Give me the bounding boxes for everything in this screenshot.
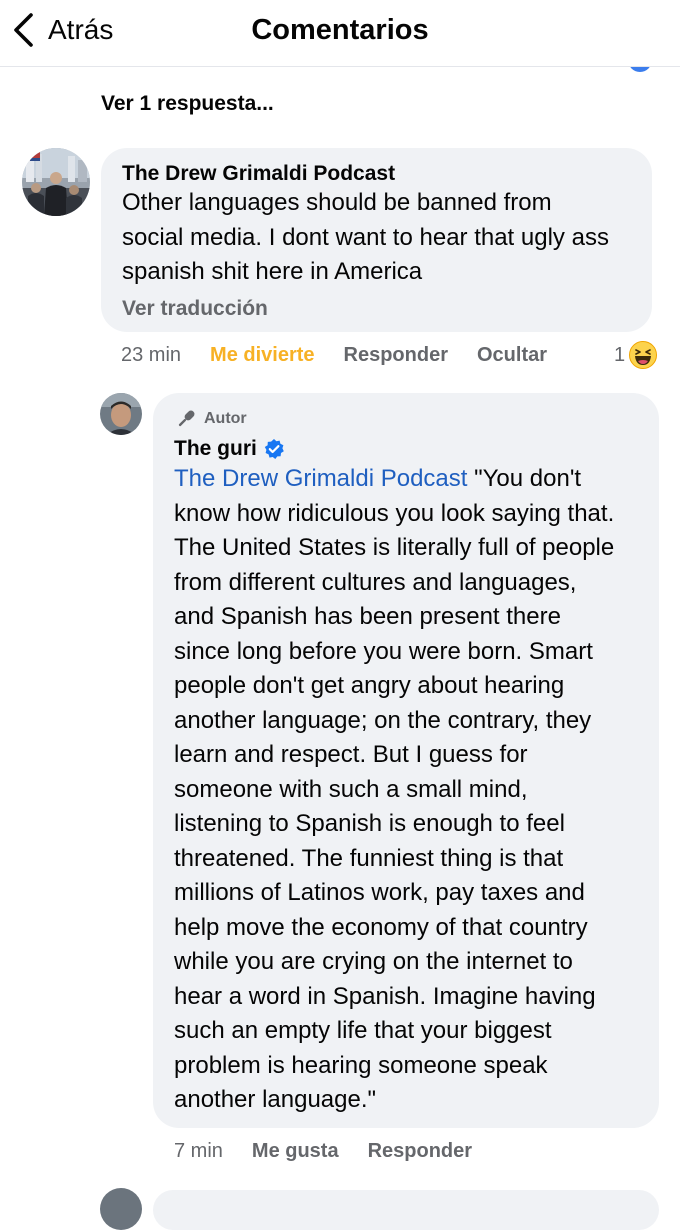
- author-badge-label: Autor: [204, 410, 247, 427]
- avatar-photo: [100, 393, 142, 435]
- reply-text-line: such an empty life that your biggest: [174, 1017, 552, 1044]
- back-label: Atrás: [48, 14, 114, 45]
- see-translation-link[interactable]: Ver traducción: [122, 297, 268, 321]
- mention-link[interactable]: The Drew Grimaldi Podcast: [174, 465, 467, 492]
- comment-timestamp: 23 min: [121, 343, 182, 366]
- reply-text-segment: "You don't: [474, 465, 582, 492]
- reply-text-line: millions of Latinos work, pay taxes and: [174, 879, 585, 906]
- reply-text-line: another language.": [174, 1086, 377, 1113]
- reply-text-line: The United States is literally full of p…: [174, 534, 615, 561]
- reply-text-line: hear a word in Spanish. Imagine having: [174, 982, 596, 1010]
- avatar[interactable]: [100, 393, 142, 435]
- comment-actions: 23 min Me divierte Responder Ocultar: [121, 342, 547, 368]
- author-badge: Autor: [174, 407, 247, 431]
- reply-text-line: The Drew Grimaldi Podcast "You don't: [174, 462, 654, 497]
- reaction-summary[interactable]: 1: [614, 340, 658, 370]
- comment-text-line: spanish shit here in America: [122, 258, 423, 285]
- reply-text-line: help move the economy of that country: [174, 913, 588, 941]
- reply-button[interactable]: Responder: [368, 1140, 472, 1163]
- reply-text-line: threatened. The funniest thing is that: [174, 844, 564, 872]
- avatar[interactable]: [22, 148, 90, 216]
- reply-text: The Drew Grimaldi Podcast "You don't kno…: [174, 462, 654, 1118]
- reply-text-line: know how ridiculous you look saying that…: [174, 499, 615, 527]
- avatar-photo: [22, 148, 90, 216]
- reply-text-line: another language; on the contrary, they: [174, 706, 592, 734]
- reply-bubble-partial[interactable]: [153, 1190, 659, 1230]
- reply-bubble[interactable]: Autor The guri The Drew Grimaldi Podcast…: [153, 393, 659, 1128]
- hide-button[interactable]: Ocultar: [477, 344, 547, 367]
- reply-text-line: problem is hearing someone speak: [174, 1051, 548, 1079]
- view-more-replies-link[interactable]: Ver 1 respuesta...: [101, 92, 274, 116]
- like-button[interactable]: Me gusta: [252, 1140, 339, 1163]
- reply-text-line: from different cultures and languages,: [174, 568, 577, 596]
- reply-author-name: The guri: [174, 437, 257, 460]
- top-bar: Atrás Comentarios: [0, 0, 680, 67]
- reply-text-line: people don't get angry about hearing: [174, 672, 565, 699]
- reaction-count: 1: [614, 343, 626, 366]
- microphone-icon: [178, 410, 195, 427]
- reply-button[interactable]: Responder: [344, 344, 448, 367]
- reply-text-line: while you are crying on the internet to: [174, 948, 573, 975]
- haha-emoji-icon: [629, 341, 658, 369]
- reply-text-line: learn and respect. But I guess for: [174, 741, 528, 768]
- reply-timestamp: 7 min: [174, 1139, 223, 1162]
- reply-text-line: someone with such a small mind,: [174, 775, 528, 803]
- comment-text: Other languages should be banned from so…: [122, 186, 642, 290]
- comment-author[interactable]: The Drew Grimaldi Podcast: [122, 162, 395, 186]
- chevron-left-icon: [14, 13, 33, 47]
- comment-text-line: Other languages should be banned from: [122, 189, 552, 216]
- verified-badge-icon: [264, 439, 284, 459]
- back-button[interactable]: Atrás: [12, 10, 113, 50]
- comment-bubble[interactable]: The Drew Grimaldi Podcast Other language…: [101, 148, 652, 332]
- reply-text-line: since long before you were born. Smart: [174, 637, 593, 665]
- avatar[interactable]: [100, 1188, 142, 1230]
- reply-text-line: and Spanish has been present there: [174, 603, 561, 630]
- reply-author[interactable]: The guri: [174, 437, 285, 461]
- reply-text-line: listening to Spanish is enough to feel: [174, 810, 565, 837]
- reaction-button[interactable]: Me divierte: [210, 344, 314, 367]
- reply-actions: 7 min Me gusta Responder: [174, 1138, 472, 1164]
- comment-text-line: social media. I dont want to hear that u…: [122, 223, 609, 251]
